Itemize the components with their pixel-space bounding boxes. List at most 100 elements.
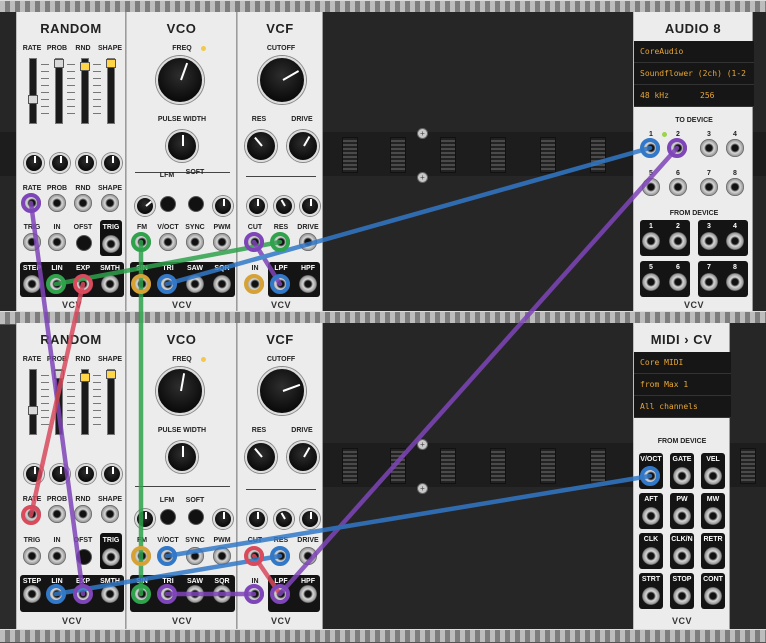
drive-knob[interactable] [287,441,319,473]
sync-jack[interactable] [186,233,204,251]
from-device-1-jack[interactable] [642,232,660,250]
prob-slider[interactable] [54,369,64,435]
cut-jack[interactable] [246,233,264,251]
drive-cv-knob[interactable] [300,196,320,216]
clk-out-jack[interactable] [642,547,660,565]
hpf-out-jack[interactable] [299,585,317,603]
to-device-5-jack[interactable] [642,178,660,196]
pwm-knob[interactable] [213,196,233,216]
res-cv-knob[interactable] [274,196,294,216]
trig-jack[interactable] [23,547,41,565]
prob-knob[interactable] [50,464,70,484]
gate-out-jack[interactable] [673,467,691,485]
from-device-6-jack[interactable] [669,273,687,291]
fm-jack[interactable] [133,547,151,565]
res-cv-jack[interactable] [272,233,290,251]
exp-out-jack[interactable] [74,275,92,293]
cutoff-cv-knob[interactable] [247,196,267,216]
lin-out-jack[interactable] [48,275,66,293]
in-jack[interactable] [246,585,264,603]
shape-knob[interactable] [102,464,122,484]
cutoff-knob[interactable] [258,367,306,415]
voct-out-jack[interactable] [642,467,660,485]
res-knob[interactable] [245,441,277,473]
rate-knob[interactable] [24,153,44,173]
to-device-3-jack[interactable] [700,139,718,157]
saw-out-jack[interactable] [186,585,204,603]
res-cv-knob[interactable] [274,509,294,529]
drive-knob[interactable] [287,130,319,162]
in-jack[interactable] [246,275,264,293]
to-device-6-jack[interactable] [669,178,687,196]
cont-out-jack[interactable] [704,587,722,605]
aft-out-jack[interactable] [642,507,660,525]
clkn-out-jack[interactable] [673,547,691,565]
lfm-switch[interactable] [160,196,176,212]
lpf-out-jack[interactable] [272,275,290,293]
trig-out-jack[interactable] [102,235,120,253]
from-device-8-jack[interactable] [726,273,744,291]
rnd-knob[interactable] [76,464,96,484]
audio-driver-display[interactable]: CoreAudio [634,41,754,63]
prob-slider[interactable] [54,58,64,124]
soft-switch[interactable] [188,509,204,525]
sqr-out-jack[interactable] [213,585,231,603]
vel-out-jack[interactable] [704,467,722,485]
rnd-cv-jack[interactable] [74,194,92,212]
to-device-2-jack[interactable] [669,139,687,157]
soft-switch[interactable] [188,196,204,212]
trig-jack[interactable] [23,233,41,251]
rnd-slider[interactable] [80,369,90,435]
freq-knob[interactable] [156,56,204,104]
from-device-3-jack[interactable] [700,232,718,250]
shape-slider[interactable] [106,369,116,435]
audio-device-display[interactable]: Soundflower (2ch) (1-2 [634,63,754,85]
midi-channel-display[interactable]: All channels [634,396,731,418]
rate-slider[interactable] [28,58,38,124]
exp-out-jack[interactable] [74,585,92,603]
pulse-width-knob[interactable] [166,441,198,473]
shape-cv-jack[interactable] [101,505,119,523]
trig-out-jack[interactable] [102,548,120,566]
block-size-display[interactable]: 256 [694,85,754,107]
shape-cv-jack[interactable] [101,194,119,212]
offset-button[interactable] [76,549,92,565]
to-device-1-jack[interactable] [642,139,660,157]
hpf-out-jack[interactable] [299,275,317,293]
from-device-4-jack[interactable] [726,232,744,250]
pwm-knob[interactable] [213,509,233,529]
lin-out-jack[interactable] [48,585,66,603]
drive-cv-knob[interactable] [300,509,320,529]
midi-device-display[interactable]: from Max 1 [634,374,731,396]
mw-out-jack[interactable] [704,507,722,525]
rate-slider[interactable] [28,369,38,435]
tri-out-jack[interactable] [159,275,177,293]
fm-knob[interactable] [135,509,155,529]
rate-cv-jack[interactable] [23,194,41,212]
sin-out-jack[interactable] [133,275,151,293]
rnd-slider[interactable] [80,58,90,124]
in-jack[interactable] [48,547,66,565]
rnd-cv-jack[interactable] [74,505,92,523]
retr-out-jack[interactable] [704,547,722,565]
res-knob[interactable] [245,130,277,162]
cutoff-cv-knob[interactable] [247,509,267,529]
lpf-out-jack[interactable] [272,585,290,603]
to-device-4-jack[interactable] [726,139,744,157]
smth-out-jack[interactable] [101,275,119,293]
from-device-5-jack[interactable] [642,273,660,291]
strt-out-jack[interactable] [642,587,660,605]
from-device-2-jack[interactable] [669,232,687,250]
offset-button[interactable] [76,235,92,251]
freq-knob[interactable] [156,367,204,415]
voct-jack[interactable] [159,233,177,251]
lfm-switch[interactable] [160,509,176,525]
pulse-width-knob[interactable] [166,130,198,162]
pwm-jack[interactable] [213,547,231,565]
drive-cv-jack[interactable] [299,547,317,565]
to-device-7-jack[interactable] [700,178,718,196]
pwm-jack[interactable] [213,233,231,251]
step-out-jack[interactable] [23,275,41,293]
prob-cv-jack[interactable] [48,194,66,212]
prob-cv-jack[interactable] [48,505,66,523]
